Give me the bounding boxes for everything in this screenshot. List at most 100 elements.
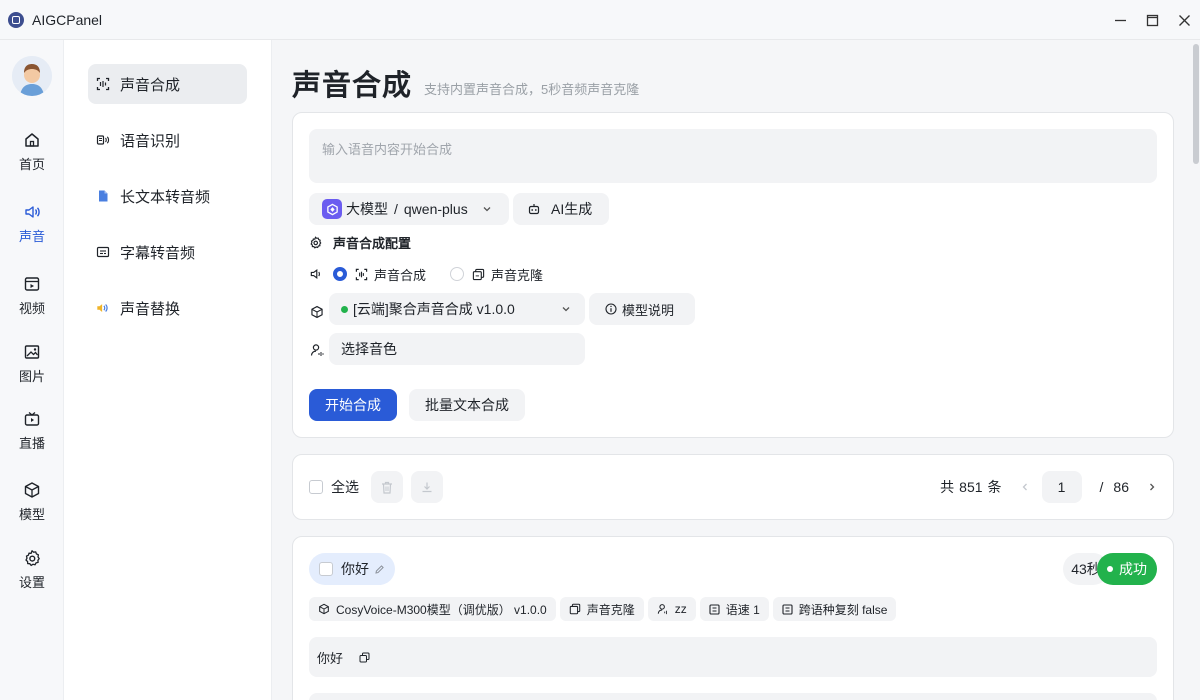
subnav-item-voice-replace[interactable]: 声音替换 (88, 288, 247, 328)
subnav-item-subtitle-audio[interactable]: 字幕转音频 (88, 232, 247, 272)
avatar[interactable] (12, 56, 52, 96)
nav-item-live[interactable]: 直播 (0, 403, 64, 459)
record-text-value: 你好 (317, 650, 344, 666)
clone-icon (569, 603, 580, 615)
delete-button[interactable] (371, 471, 403, 503)
tag-voice: zz (647, 597, 696, 621)
nav-item-home[interactable]: 首页 (0, 124, 64, 180)
subnav-item-label: 声音替换 (120, 300, 181, 318)
page-number-input[interactable]: 1 (1041, 471, 1082, 503)
synthesis-text-input[interactable]: 输入语音内容开始合成 (309, 129, 1157, 183)
ai-generate-label: AI生成 (551, 201, 593, 217)
page-separator: / (1099, 479, 1104, 495)
minimize-button[interactable] (1104, 0, 1136, 40)
voice-select[interactable]: 选择音色 (329, 333, 585, 365)
scan-icon (96, 77, 110, 91)
robot-icon (528, 204, 540, 215)
speaker-icon (310, 268, 321, 280)
settings-icon (25, 550, 40, 567)
nav-item-label: 模型 (18, 507, 45, 522)
download-icon (422, 482, 432, 493)
synthesis-engine-select[interactable]: [云端]聚合声音合成 v1.0.0 (329, 293, 585, 325)
subnav-item-speech-recognition[interactable]: 语音识别 (88, 120, 247, 160)
ai-generate-button[interactable]: AI生成 (513, 193, 609, 225)
close-button[interactable] (1168, 0, 1200, 40)
scrollbar[interactable] (1192, 40, 1200, 700)
total-prefix: 共 (940, 479, 955, 495)
video-icon (24, 277, 40, 291)
nav-item-model[interactable]: 模型 (0, 474, 64, 530)
subnav-item-label: 声音合成 (120, 76, 181, 94)
title-bar: AIGCPanel (0, 0, 1200, 40)
tag-label: CosyVoice-M300模型（调优版） v1.0.0 (336, 602, 547, 617)
llm-model-select[interactable]: 大模型 / qwen-plus (309, 193, 509, 225)
page-title: 声音合成 (292, 70, 413, 102)
nav-item-image[interactable]: 图片 (0, 336, 64, 392)
start-synthesis-button[interactable]: 开始合成 (309, 389, 397, 421)
chevron-right-icon[interactable] (1147, 482, 1157, 492)
radio-synth-mode[interactable] (333, 267, 347, 281)
model-explain-button[interactable]: 模型说明 (589, 293, 695, 325)
chevron-down-icon (562, 307, 570, 312)
total-suffix: 条 (987, 479, 1002, 495)
document-icon (99, 190, 108, 202)
tag-speed: 语速 1 (699, 597, 769, 621)
batch-synthesis-button[interactable]: 批量文本合成 (409, 389, 525, 421)
nav-item-settings[interactable]: 设置 (0, 542, 64, 598)
llm-model-name: qwen-plus (403, 201, 468, 217)
synthesis-card: 输入语音内容开始合成 大模型 / qwen-plus AI生成 声音合成配置 声… (292, 112, 1174, 438)
subnav-item-label: 长文本转音频 (120, 188, 211, 206)
maximize-button[interactable] (1136, 0, 1168, 40)
scrollbar-thumb[interactable] (1193, 44, 1199, 164)
record-audio-area (309, 693, 1157, 700)
model-icon (24, 482, 40, 498)
user-voice-icon (310, 344, 324, 356)
subtitle-icon (96, 246, 110, 258)
nav-item-label: 设置 (18, 575, 45, 590)
sound-icon (25, 206, 40, 218)
list-toolbar-card: 全选 共 851 条 1 / 86 (292, 454, 1174, 520)
record-checkbox[interactable] (319, 562, 333, 576)
home-icon (25, 133, 39, 147)
avatar-icon (12, 56, 52, 96)
tag-label: 语速 1 (725, 602, 760, 617)
nav-item-video[interactable]: 视频 (0, 268, 64, 324)
param-icon (709, 603, 720, 615)
chevron-left-icon[interactable] (1020, 482, 1030, 492)
main-nav-rail: 首页 声音 视频 图片 直播 模型 设置 (0, 40, 64, 700)
synthesis-config-title: 声音合成配置 (309, 233, 411, 252)
app-title: AIGCPanel (32, 11, 103, 28)
record-title: 你好 (341, 561, 369, 577)
subnav-item-voice-synth[interactable]: 声音合成 (88, 64, 247, 104)
subnav-item-long-text-audio[interactable]: 长文本转音频 (88, 176, 247, 216)
status-label: 成功 (1119, 561, 1147, 577)
total-pages: 86 (1113, 479, 1129, 495)
record-card: 你好 43秒 成功 CosyVoice-M300模型（调优版） v1.0.0 声… (292, 536, 1174, 700)
qwen-logo-icon (322, 199, 342, 219)
sound-subnav: 声音合成 语音识别 长文本转音频 字幕转音频 声音替换 (64, 40, 272, 700)
record-tags: CosyVoice-M300模型（调优版） v1.0.0 声音克隆 zz 语速 … (309, 597, 900, 621)
total-count: 851 (959, 479, 983, 495)
subnav-item-label: 语音识别 (120, 132, 181, 150)
window-controls (1104, 0, 1200, 40)
nav-item-label: 声音 (18, 229, 45, 244)
page-subtitle: 支持内置声音合成，5秒音频声音克隆 (424, 82, 640, 97)
copy-icon[interactable] (359, 652, 370, 663)
download-button[interactable] (411, 471, 443, 503)
nav-item-label: 直播 (18, 436, 45, 451)
select-all-checkbox[interactable] (309, 480, 323, 494)
maximize-icon (1146, 14, 1158, 26)
synthesis-config-label: 声音合成配置 (333, 236, 412, 251)
edit-icon[interactable] (374, 564, 385, 575)
app-logo-icon (8, 11, 24, 28)
llm-model-type: 大模型 (346, 201, 388, 217)
param-icon (782, 603, 793, 615)
gear-icon (310, 236, 322, 249)
live-icon (24, 412, 40, 426)
trash-icon (382, 481, 392, 494)
nav-item-sound[interactable]: 声音 (0, 196, 64, 252)
minimize-icon (1114, 19, 1126, 21)
nav-item-label: 视频 (18, 301, 45, 316)
radio-clone-mode[interactable] (450, 267, 465, 281)
subnav-item-label: 字幕转音频 (120, 244, 196, 262)
